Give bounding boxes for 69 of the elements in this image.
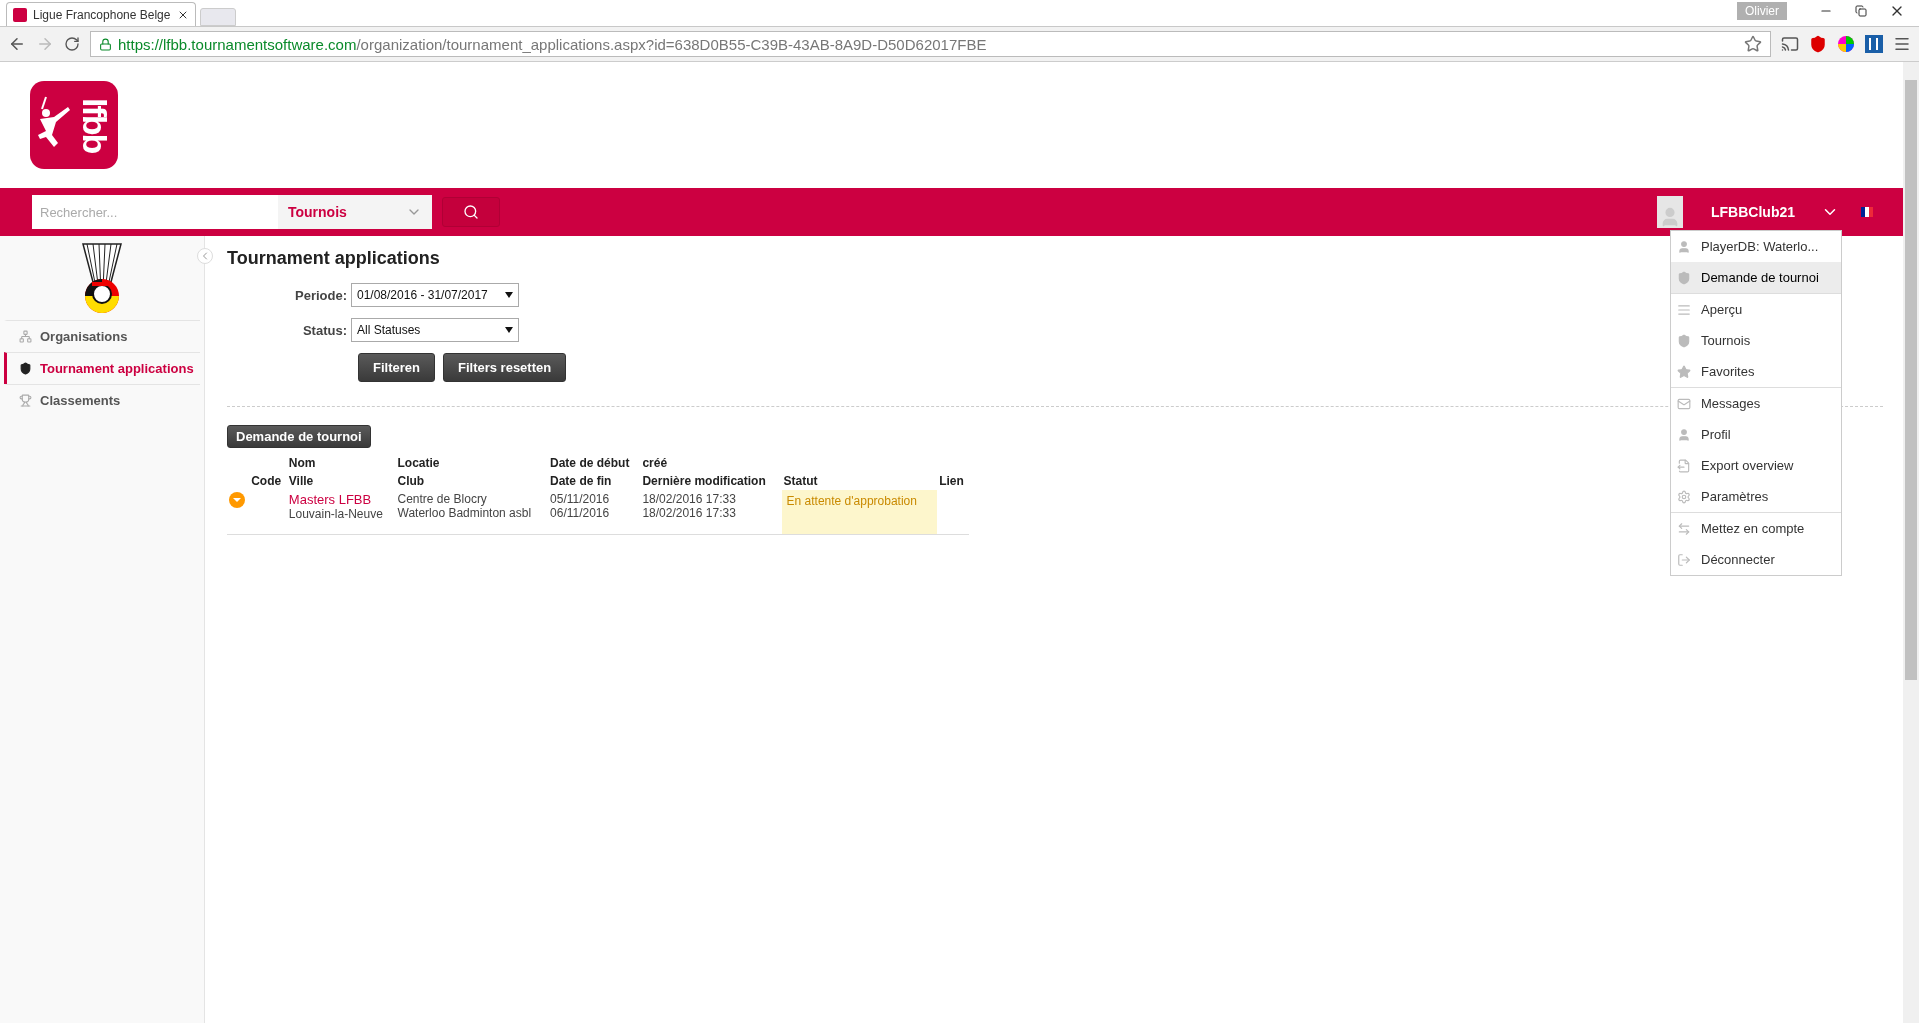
filter-button[interactable]: Filters resetten xyxy=(442,353,567,382)
column-header: Club xyxy=(397,474,425,488)
table-cell-text: 05/11/2016 xyxy=(550,492,611,506)
table-cell-text: Centre de Blocry xyxy=(397,492,488,506)
column-header: Code xyxy=(251,474,282,488)
sidebar-item[interactable]: Tournament applications xyxy=(4,352,200,384)
filter-button[interactable]: Filteren xyxy=(358,353,435,382)
logout-icon xyxy=(1677,552,1691,567)
column-header: créé xyxy=(642,456,668,470)
search-button[interactable] xyxy=(442,197,500,227)
menu-item[interactable]: Demande de tournoi xyxy=(1671,262,1841,293)
avatar xyxy=(1657,196,1683,228)
filter-select[interactable]: 01/08/2016 - 31/07/2017 xyxy=(351,283,519,307)
table-cell-text: 18/02/2016 17:33 xyxy=(642,492,737,506)
filter-label: Periode: xyxy=(294,287,347,303)
new-request-button[interactable]: Demande de tournoi xyxy=(227,425,371,448)
shield-icon xyxy=(1677,333,1691,348)
shuttlecock-emblem-icon xyxy=(79,242,125,314)
caret-icon xyxy=(505,292,513,298)
restore-icon[interactable] xyxy=(1855,5,1867,17)
browser-tab[interactable]: Ligue Francophone Belge xyxy=(6,2,196,26)
column-header: Locatie xyxy=(397,456,440,470)
logo[interactable]: lfbb xyxy=(30,81,118,169)
sidebar-item[interactable]: Classements xyxy=(4,384,200,416)
category-dropdown[interactable]: Tournois xyxy=(278,195,432,229)
shield-icon xyxy=(19,362,32,375)
column-header: Ville xyxy=(288,474,314,488)
star-icon xyxy=(1677,364,1691,379)
favicon-icon xyxy=(13,7,27,22)
table-cell-text: Waterloo Badminton asbl xyxy=(397,506,533,520)
table-cell-text: 06/11/2016 xyxy=(550,506,611,520)
table-cell-text: Louvain-la-Neuve xyxy=(288,507,384,521)
column-header: Statut xyxy=(783,474,818,488)
table-cell-text: 18/02/2016 17:33 xyxy=(642,506,737,520)
search-icon xyxy=(463,204,479,220)
mail-icon xyxy=(1677,396,1691,411)
url-text: https://lfbb.tournamentsoftware.com/organization/tournament_applications.aspx?id=638D0B55-C39B-43AB-8A9D-D50D62017FBE xyxy=(118,35,987,53)
flag-icon[interactable] xyxy=(1861,207,1873,217)
extension-icon[interactable] xyxy=(1865,35,1883,53)
person-icon xyxy=(1677,427,1691,442)
back-icon[interactable] xyxy=(8,35,26,53)
gear-icon xyxy=(1677,489,1691,504)
lock-icon xyxy=(99,37,112,51)
tournament-link[interactable]: Masters LFBB xyxy=(288,492,394,507)
lines-icon xyxy=(1677,302,1691,317)
search-field[interactable]: Rechercher... xyxy=(32,195,278,229)
filter-select[interactable]: All Statuses xyxy=(351,318,519,342)
reload-icon[interactable] xyxy=(64,36,80,52)
column-header: Date de fin xyxy=(550,474,612,488)
bookmark-icon[interactable] xyxy=(1744,35,1762,53)
export-icon xyxy=(1677,458,1691,473)
menu-icon[interactable] xyxy=(1893,35,1911,53)
shield-icon xyxy=(1677,270,1691,285)
column-header: Date de début xyxy=(550,456,630,470)
filter-label: Status: xyxy=(301,322,347,338)
column-header: Lien xyxy=(939,474,964,488)
status-cell: En attente d'approbation xyxy=(781,490,938,535)
person-icon xyxy=(1677,239,1691,254)
sidebar-item[interactable]: Organisations xyxy=(4,320,200,352)
color-wheel-icon[interactable] xyxy=(1837,35,1855,53)
address-bar[interactable]: https://lfbb.tournamentsoftware.com/organization/tournament_applications.aspx?id=638D0B55-C39B-43AB-8A9D-D50D62017FBE xyxy=(90,31,1771,57)
cast-icon[interactable] xyxy=(1781,35,1799,53)
arrows-icon xyxy=(1677,521,1691,536)
shield-icon[interactable] xyxy=(1809,35,1827,53)
scrollbar-thumb[interactable] xyxy=(1905,80,1917,680)
column-header: Nom xyxy=(288,456,316,470)
caret-icon xyxy=(505,327,513,333)
column-header: Dernière modification xyxy=(642,474,766,488)
tab-title: Ligue Francophone Belge xyxy=(33,7,171,22)
